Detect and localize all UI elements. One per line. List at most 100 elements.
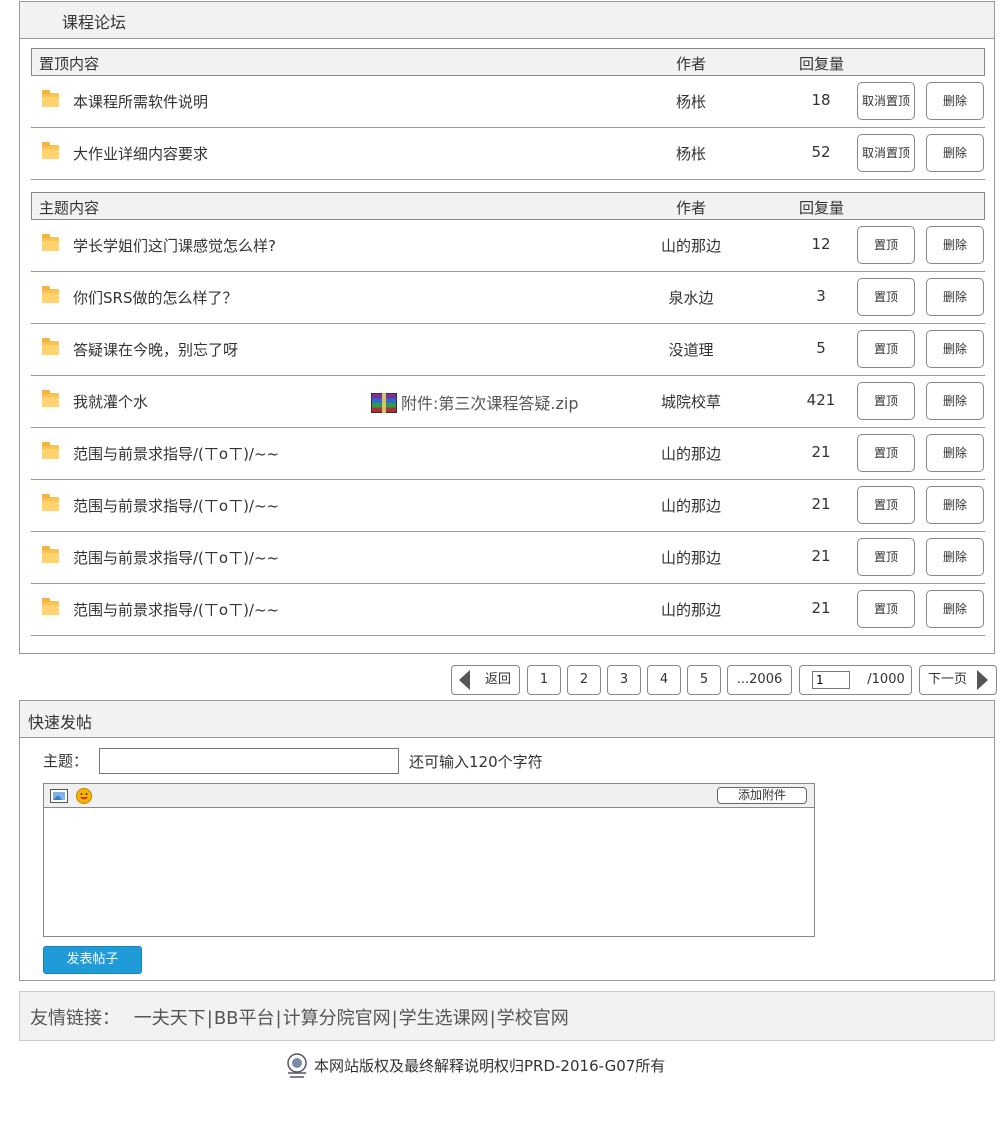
friend-link[interactable]: BB平台 [214, 1008, 275, 1029]
topic-author: 山的那边 [660, 445, 721, 463]
link-separator: | [391, 1008, 398, 1029]
image-icon[interactable] [50, 789, 68, 803]
topics-header: 主题内容 作者 回复量 [31, 192, 985, 220]
friend-link[interactable]: 计算分院官网 [283, 1008, 391, 1029]
submit-post-button[interactable]: 发表帖子 [43, 946, 142, 974]
pinned-row: 大作业详细内容要求 杨枨 52 取消置顶 删除 [31, 128, 985, 180]
delete-button[interactable]: 删除 [926, 82, 984, 120]
topic-title-link[interactable]: 范围与前景求指导/(ㄒoㄒ)/~~ [73, 599, 279, 620]
friend-link[interactable]: 学生选课网 [399, 1008, 489, 1029]
topic-title-link[interactable]: 大作业详细内容要求 [73, 143, 208, 164]
post-content-textarea[interactable] [44, 808, 814, 936]
topic-title-link[interactable]: 范围与前景求指导/(ㄒoㄒ)/~~ [73, 443, 279, 464]
pinned-row: 本课程所需软件说明 杨枨 18 取消置顶 删除 [31, 76, 985, 128]
topic-title-link[interactable]: 答疑课在今晚，别忘了呀 [73, 339, 238, 360]
topic-reply-count: 21 [811, 495, 831, 513]
quick-post-header: 快速发帖 [20, 701, 994, 738]
pinned-header-replies: 回复量 [799, 55, 845, 73]
unpin-button[interactable]: 取消置顶 [857, 134, 915, 172]
friend-link[interactable]: 一夫天下 [134, 1008, 206, 1029]
delete-button[interactable]: 删除 [926, 134, 984, 172]
pin-button[interactable]: 置顶 [857, 226, 915, 264]
pin-button[interactable]: 置顶 [857, 278, 915, 316]
attachment-name: 附件:第三次课程答疑.zip [401, 394, 579, 413]
topic-title-link[interactable]: 我就灌个水 [73, 391, 148, 412]
topic-title-link[interactable]: 本课程所需软件说明 [73, 91, 208, 112]
topic-reply-count: 12 [811, 235, 831, 253]
topic-author: 山的那边 [660, 497, 721, 515]
link-separator: | [489, 1008, 496, 1029]
pin-button[interactable]: 置顶 [857, 486, 915, 524]
forum-panel: 课程论坛 置顶内容 作者 回复量 本课程所需软件说明 杨枨 18 取消置顶 删除… [19, 1, 995, 654]
topic-author: 杨枨 [675, 93, 706, 111]
pin-button[interactable]: 置顶 [857, 382, 915, 420]
topic-reply-count: 21 [811, 443, 831, 461]
delete-button[interactable]: 删除 [926, 226, 984, 264]
folder-icon [42, 390, 59, 407]
topic-reply-count: 3 [816, 287, 826, 305]
forum-title: 课程论坛 [62, 13, 127, 32]
add-attachment-button[interactable]: 添加附件 [717, 787, 807, 804]
school-logo-icon [287, 1053, 307, 1078]
pin-button[interactable]: 置顶 [857, 538, 915, 576]
delete-button[interactable]: 删除 [926, 330, 984, 368]
delete-button[interactable]: 删除 [926, 434, 984, 472]
quick-post-title: 快速发帖 [28, 713, 93, 732]
pinned-header-topic: 置顶内容 [39, 55, 100, 73]
friend-link[interactable]: 学校官网 [497, 1008, 569, 1029]
delete-button[interactable]: 删除 [926, 590, 984, 628]
folder-icon [42, 494, 59, 511]
subject-input[interactable] [99, 748, 399, 774]
subject-label: 主题： [43, 752, 89, 770]
topic-row: 学长学姐们这门课感觉怎么样? 山的那边 12 置顶 删除 [31, 220, 985, 272]
pin-button[interactable]: 置顶 [857, 330, 915, 368]
topics-header-author: 作者 [676, 199, 707, 217]
folder-icon [42, 598, 59, 615]
delete-button[interactable]: 删除 [926, 278, 984, 316]
folder-icon [42, 338, 59, 355]
friend-links: 友情链接： 一夫天下|BB平台|计算分院官网|学生选课网|学校官网 [30, 1004, 569, 1030]
delete-button[interactable]: 删除 [926, 538, 984, 576]
delete-button[interactable]: 删除 [926, 486, 984, 524]
topic-reply-count: 421 [806, 391, 836, 409]
delete-button[interactable]: 删除 [926, 382, 984, 420]
page-button-2[interactable]: 2 [567, 665, 601, 695]
zip-archive-icon [371, 393, 397, 413]
page-jump-input[interactable] [812, 671, 850, 689]
topic-title-link[interactable]: 你们SRS做的怎么样了？ [73, 287, 237, 308]
emoji-icon[interactable] [76, 788, 92, 804]
folder-icon [42, 90, 59, 107]
folder-icon [42, 286, 59, 303]
topic-row: 范围与前景求指导/(ㄒoㄒ)/~~ 山的那边 21 置顶 删除 [31, 584, 985, 636]
page-button-5[interactable]: 5 [687, 665, 721, 695]
attachment-link[interactable]: 附件:第三次课程答疑.zip [371, 390, 578, 414]
page-jump: /1000页 [799, 665, 912, 715]
topic-author: 山的那边 [660, 549, 721, 567]
arrow-right-icon [977, 670, 988, 690]
folder-icon [42, 546, 59, 563]
copyright-text: 本网站版权及最终解释说明权归PRD-2016-G07所有 [314, 1057, 666, 1075]
topic-author: 泉水边 [668, 289, 714, 307]
pin-button[interactable]: 置顶 [857, 434, 915, 472]
topic-title-link[interactable]: 学长学姐们这门课感觉怎么样? [73, 235, 276, 256]
page-button-3[interactable]: 3 [607, 665, 641, 695]
topic-reply-count: 21 [811, 599, 831, 617]
forum-title-bar: 课程论坛 [20, 2, 994, 39]
topic-row: 答疑课在今晚，别忘了呀 没道理 5 置顶 删除 [31, 324, 985, 376]
page-button-4[interactable]: 4 [647, 665, 681, 695]
topic-title-link[interactable]: 范围与前景求指导/(ㄒoㄒ)/~~ [73, 547, 279, 568]
folder-icon [42, 442, 59, 459]
page-button-1[interactable]: 1 [527, 665, 561, 695]
folder-icon [42, 142, 59, 159]
next-page-button[interactable]: 下一页 [919, 665, 997, 695]
topic-title-link[interactable]: 范围与前景求指导/(ㄒoㄒ)/~~ [73, 495, 279, 516]
page-button-last[interactable]: ...2006 [727, 665, 792, 695]
topics-header-topic: 主题内容 [39, 199, 100, 217]
topic-author: 山的那边 [660, 601, 721, 619]
pin-button[interactable]: 置顶 [857, 590, 915, 628]
topic-row: 你们SRS做的怎么样了？ 泉水边 3 置顶 删除 [31, 272, 985, 324]
unpin-button[interactable]: 取消置顶 [857, 82, 915, 120]
back-button[interactable]: 返回 [451, 665, 520, 695]
link-separator: | [275, 1008, 282, 1029]
topic-row: 我就灌个水 附件:第三次课程答疑.zip 城院校草 421 置顶 删除 [31, 376, 985, 428]
